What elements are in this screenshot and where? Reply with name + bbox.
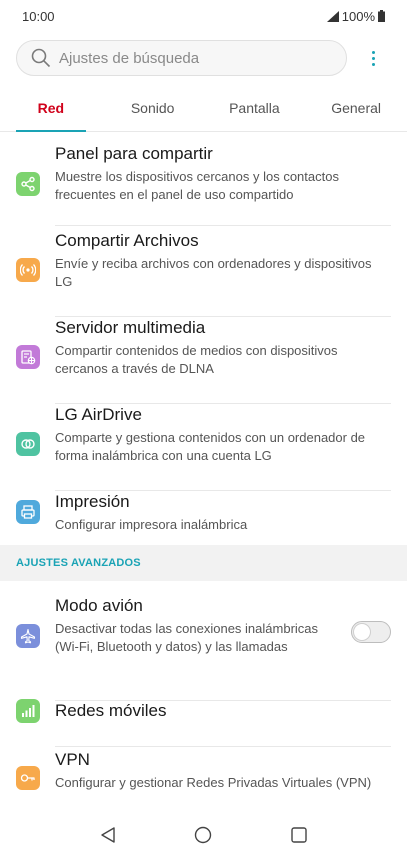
search-icon — [31, 48, 51, 68]
list-item-panel-compartir[interactable]: Panel para compartir Muestre los disposi… — [0, 133, 407, 226]
search-input[interactable] — [59, 49, 319, 67]
list-item-desc: Configurar y gestionar Redes Privadas Vi… — [55, 775, 372, 790]
more-options-button[interactable] — [365, 44, 381, 72]
signal-icon — [326, 10, 339, 22]
list-item-impresion[interactable]: Impresión Configurar impresora inalámbri… — [0, 477, 407, 545]
list-item-title: Modo avión — [55, 596, 143, 615]
list-item-desc: Configurar impresora inalámbrica — [55, 517, 248, 532]
list-item-compartir-archivos[interactable]: Compartir Archivos Envíe y reciba archiv… — [0, 216, 407, 317]
list-item-text: Impresión Configurar impresora inalámbri… — [55, 491, 391, 559]
tab-general[interactable]: General — [305, 88, 407, 131]
tab-red[interactable]: Red — [0, 88, 102, 132]
tab-bar: Red Sonido Pantalla General — [0, 88, 407, 132]
status-indicators: 100% — [326, 8, 385, 24]
list-item-redes-moviles[interactable]: Redes móviles — [0, 687, 407, 747]
file-share-icon — [16, 258, 40, 282]
status-bar: 10:00 100% — [0, 0, 407, 32]
list-item-text: Panel para compartir Muestre los disposi… — [55, 143, 391, 226]
search-box[interactable] — [16, 40, 347, 76]
list-item-desc: Desactivar todas las conexiones inalámbr… — [55, 621, 319, 654]
list-item-title: LG AirDrive — [55, 405, 142, 424]
list-item-desc: Envíe y reciba archivos con ordenadores … — [55, 256, 372, 289]
more-dot — [371, 50, 375, 54]
list-item-title: VPN — [55, 750, 90, 769]
list-item-text: Modo avión Desactivar todas las conexion… — [55, 595, 391, 701]
list-item-title: Impresión — [55, 492, 130, 511]
airdrive-icon — [16, 432, 40, 456]
back-icon[interactable] — [99, 826, 117, 844]
more-dot — [371, 62, 375, 66]
printer-icon — [16, 500, 40, 524]
search-row — [16, 40, 396, 76]
status-time: 10:00 — [22, 8, 55, 24]
recents-icon[interactable] — [290, 826, 308, 844]
more-dot — [371, 56, 375, 60]
home-icon[interactable] — [194, 826, 212, 844]
key-icon — [16, 766, 40, 790]
list-item-lg-airdrive[interactable]: LG AirDrive Comparte y gestiona contenid… — [0, 390, 407, 491]
toggle-knob — [353, 623, 371, 641]
list-item-vpn[interactable]: VPN Configurar y gestionar Redes Privada… — [0, 735, 407, 807]
airplane-icon — [16, 624, 40, 648]
battery-icon — [378, 10, 385, 22]
navigation-bar — [0, 810, 407, 860]
signal-bars-icon — [16, 699, 40, 723]
tab-pantalla[interactable]: Pantalla — [204, 88, 306, 131]
list-item-servidor-multimedia[interactable]: Servidor multimedia Compartir contenidos… — [0, 303, 407, 404]
list-item-title: Panel para compartir — [55, 144, 213, 163]
list-item-desc: Comparte y gestiona contenidos con un or… — [55, 430, 366, 463]
airplane-mode-toggle[interactable] — [351, 621, 391, 643]
list-item-desc: Compartir contenidos de medios con dispo… — [55, 343, 338, 376]
list-item-desc: Muestre los dispositivos cercanos y los … — [55, 169, 339, 202]
media-server-icon — [16, 345, 40, 369]
share-icon — [16, 172, 40, 196]
battery-percent: 100% — [341, 8, 375, 24]
list-item-title: Servidor multimedia — [55, 318, 206, 337]
list-item-title: Compartir Archivos — [55, 231, 199, 250]
list-item-title: Redes móviles — [55, 701, 167, 720]
settings-list: Panel para compartir Muestre los disposi… — [0, 133, 407, 807]
list-item-modo-avion[interactable]: Modo avión Desactivar todas las conexion… — [0, 581, 407, 701]
tab-sonido[interactable]: Sonido — [102, 88, 204, 131]
